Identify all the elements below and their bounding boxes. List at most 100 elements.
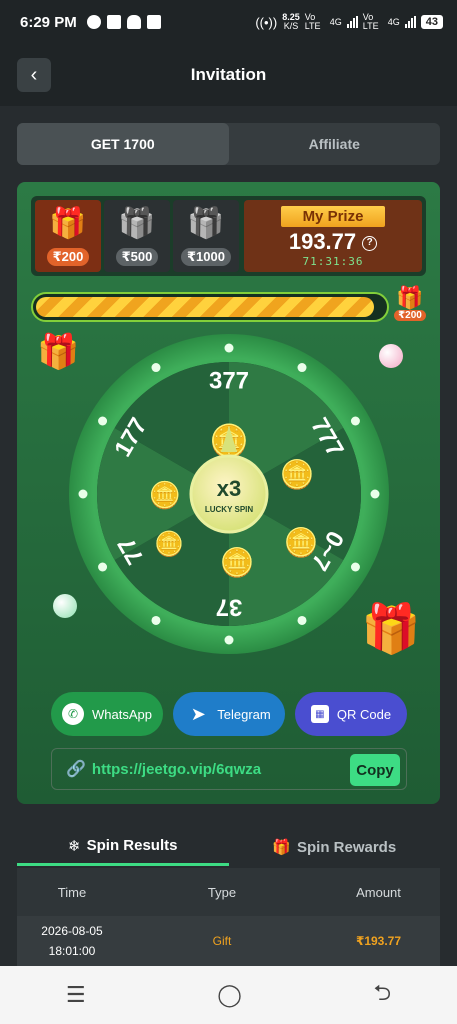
rim-light xyxy=(224,635,234,645)
tab-spin-rewards[interactable]: 🎁 Spin Rewards xyxy=(229,828,441,866)
invite-link-box: 🔗 https://jeetgo.vip/6qwza Copy xyxy=(51,748,407,790)
back-arrow-icon[interactable]: ⮌ xyxy=(374,976,392,1014)
snowflake-icon: ❄ xyxy=(68,837,81,855)
rim-light xyxy=(224,343,234,353)
qr-code-button[interactable]: ▦ QR Code xyxy=(295,692,407,736)
share-buttons: ✆ WhatsApp ➤ Telegram ▦ QR Code xyxy=(51,692,407,736)
telegram-icon: ➤ xyxy=(190,703,206,724)
table-header: Time Type Amount xyxy=(17,868,440,916)
hub-label: LUCKY SPIN xyxy=(205,505,254,514)
gift-box-200[interactable]: 🎁 ₹200 xyxy=(35,200,101,272)
prize-strip: 🎁 ₹200 🎁 ₹500 🎁 ₹1000 My Prize 193.77? 7… xyxy=(31,196,426,276)
volte-label: Vo LTE xyxy=(304,12,321,31)
rim-light xyxy=(151,363,161,373)
row-datetime: 2026-08-05 18:01:00 xyxy=(17,921,127,961)
rim-light xyxy=(350,562,360,572)
rim-light xyxy=(78,489,88,499)
rim-light xyxy=(297,363,307,373)
whatsapp-share-button[interactable]: ✆ WhatsApp xyxy=(51,692,163,736)
gift-locked-icon: 🎁 xyxy=(187,207,225,240)
my-prize-card: My Prize 193.77? 71:31:36 xyxy=(244,200,422,272)
tab-spin-results[interactable]: ❄ Spin Results xyxy=(17,828,229,866)
column-time: Time xyxy=(57,884,87,900)
row-date: 2026-08-05 xyxy=(41,924,103,938)
home-circle-icon[interactable]: ◯ xyxy=(217,982,242,1008)
square-notification-icon xyxy=(106,15,121,29)
speed-indicator: 8.25 K/S xyxy=(282,13,300,31)
signal-icon-2 xyxy=(404,16,416,28)
status-bar: 6:29 PM ((•)) 8.25 K/S Vo LTE 4G Vo LTE 4… xyxy=(0,0,457,44)
network-type: 4G xyxy=(329,17,342,27)
volte-label-2: Vo LTE xyxy=(362,12,379,31)
wheel-segment-label: 377 xyxy=(209,367,249,394)
progress-bar xyxy=(31,292,389,322)
progress-goal: 🎁 ₹200 xyxy=(390,286,430,330)
invite-link-text[interactable]: https://jeetgo.vip/6qwza xyxy=(92,761,261,778)
whatsapp-label: WhatsApp xyxy=(92,706,152,722)
my-prize-value-row: 193.77? xyxy=(288,229,378,255)
rim-light xyxy=(370,489,380,499)
gift-amount: ₹200 xyxy=(46,248,90,266)
link-icon: 🔗 xyxy=(66,761,86,778)
back-button[interactable]: ‹ xyxy=(17,58,51,92)
notification-icons xyxy=(86,15,161,29)
coin-icon-3: 🪙 xyxy=(154,530,184,558)
table-row: 2026-08-05 18:01:00 Gift ₹193.77 xyxy=(17,916,440,966)
page-title: Invitation xyxy=(190,65,267,84)
battery-icon: 43 xyxy=(420,15,443,29)
column-type: Type xyxy=(207,884,237,900)
row-amount: ₹193.77 xyxy=(355,934,402,948)
gift-locked-icon: 🎁 xyxy=(118,207,156,240)
page-header: ‹ Invitation xyxy=(0,44,457,106)
copy-button[interactable]: Copy xyxy=(350,754,400,786)
main-content: GET 1700 Affiliate 🎁 ₹200 🎁 ₹500 🎁 ₹1000… xyxy=(0,106,457,966)
status-time: 6:29 PM xyxy=(20,13,77,31)
gift-box-1000[interactable]: 🎁 ₹1000 xyxy=(173,200,239,272)
my-prize-label: My Prize xyxy=(280,206,386,227)
app-notification-icon xyxy=(86,15,101,29)
speed-unit: K/S xyxy=(283,21,299,31)
invitation-tabs: GET 1700 Affiliate xyxy=(17,123,440,165)
telegram-share-button[interactable]: ➤ Telegram xyxy=(173,692,285,736)
system-nav-bar: ☰ ◯ ⮌ xyxy=(0,966,457,1024)
recents-menu-icon[interactable]: ☰ xyxy=(66,982,86,1008)
gift-green-icon: 🎁 xyxy=(49,207,87,240)
android-notification-icon xyxy=(126,15,141,29)
wheel-svg: 7770~73777177377 🪙 🪙 🪙 🪙 🪙 🪙 x3 LUCKY SP… xyxy=(69,334,389,654)
gift-goal-icon: 🎁 xyxy=(396,285,424,310)
row-time: 18:01:00 xyxy=(48,944,96,958)
gift-amount: ₹500 xyxy=(115,248,159,266)
tab-spin-rewards-label: Spin Rewards xyxy=(296,838,397,856)
coin-icon: 🪙 xyxy=(284,526,319,559)
spin-game-panel: 🎁 ₹200 🎁 ₹500 🎁 ₹1000 My Prize 193.77? 7… xyxy=(17,182,440,804)
countdown-timer: 71:31:36 xyxy=(302,255,364,268)
wheel-segment-label: 37 xyxy=(216,594,243,621)
tab-get-1700[interactable]: GET 1700 xyxy=(17,123,229,165)
lucky-wheel[interactable]: 7770~73777177377 🪙 🪙 🪙 🪙 🪙 🪙 x3 LUCKY SP… xyxy=(69,334,389,654)
row-type: Gift xyxy=(212,934,232,948)
image-notification-icon xyxy=(146,15,161,29)
gift-amount: ₹1000 xyxy=(181,248,231,266)
coin-pile-icon: 🪙 xyxy=(280,458,315,491)
hub-multiplier: x3 xyxy=(217,476,241,501)
goal-amount: ₹200 xyxy=(394,310,426,321)
tab-affiliate[interactable]: Affiliate xyxy=(229,123,441,165)
coin-icon-2: 🪙 xyxy=(220,546,255,579)
my-prize-value: 193.77 xyxy=(288,229,357,254)
rim-light xyxy=(350,416,360,426)
question-circle-icon[interactable]: ? xyxy=(362,235,378,251)
gift-icon: 🎁 xyxy=(272,839,291,856)
network-type-2: 4G xyxy=(387,17,400,27)
qr-code-icon: ▦ xyxy=(310,705,329,723)
rim-light xyxy=(297,615,307,625)
qr-code-label: QR Code xyxy=(336,706,392,722)
tab-spin-results-label: Spin Results xyxy=(86,837,178,854)
rim-light xyxy=(151,615,161,625)
rim-light xyxy=(98,416,108,426)
whatsapp-icon: ✆ xyxy=(62,703,84,725)
progress-fill xyxy=(36,297,374,317)
gift-box-500[interactable]: 🎁 ₹500 xyxy=(104,200,170,272)
status-right: ((•)) 8.25 K/S Vo LTE 4G Vo LTE 4G 43 xyxy=(255,13,443,31)
telegram-label: Telegram xyxy=(217,706,271,722)
results-tabs: ❄ Spin Results 🎁 Spin Rewards xyxy=(17,828,440,866)
